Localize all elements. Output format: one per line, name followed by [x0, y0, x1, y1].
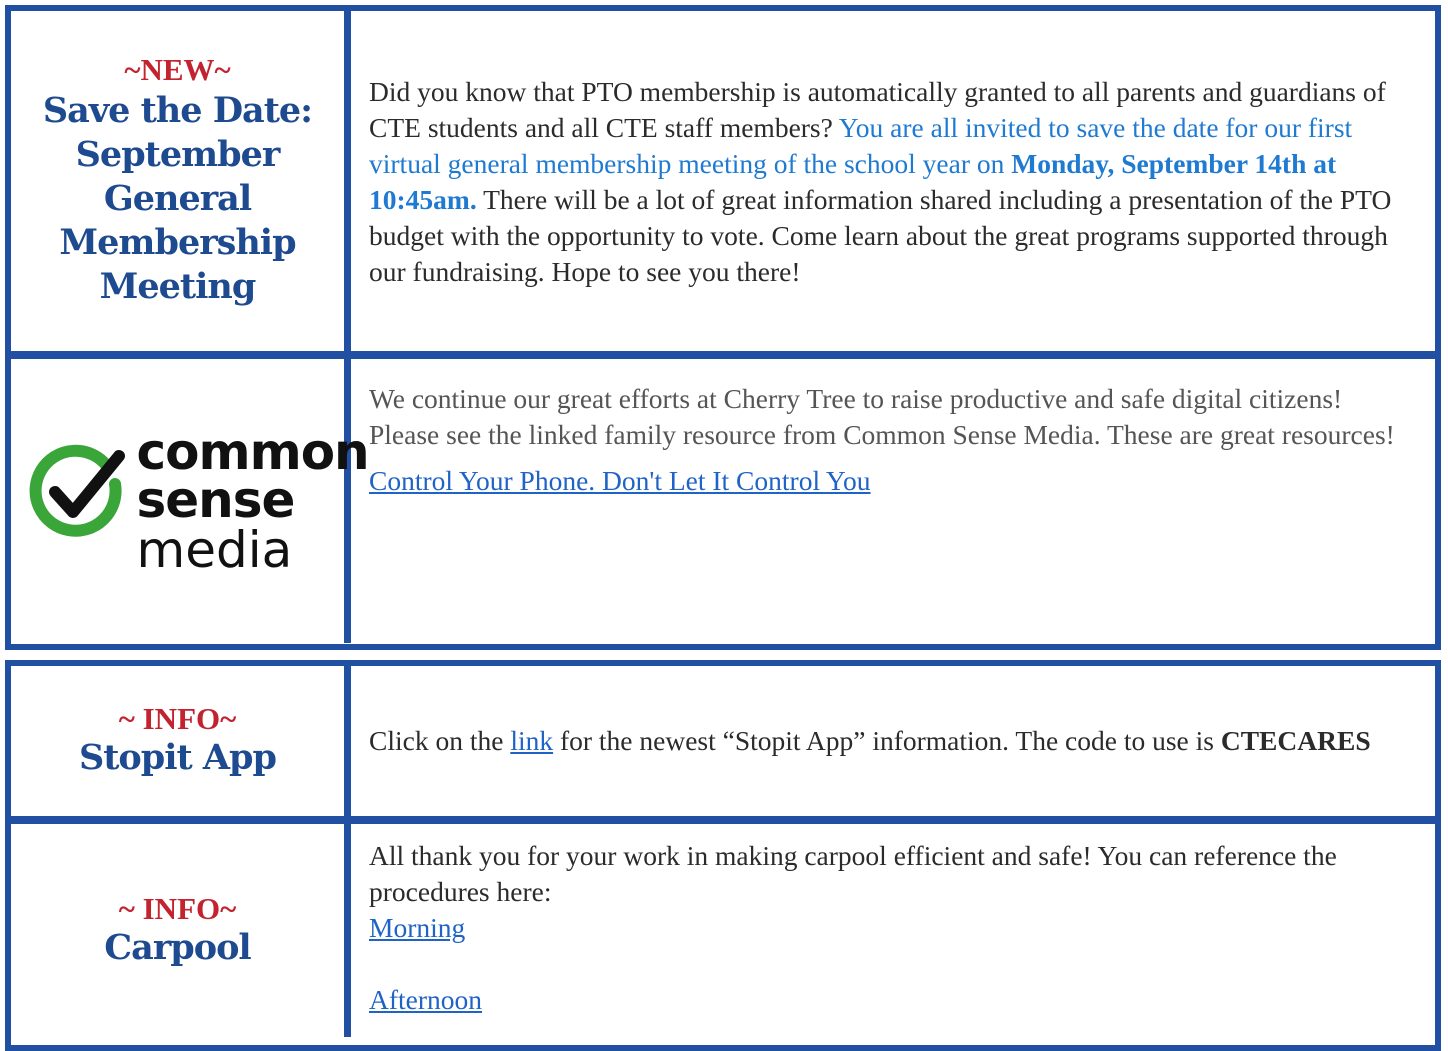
common-sense-link-line: Control Your Phone. Don't Let It Control… — [369, 463, 1417, 499]
stopit-heading-cell: ~ INFO~ Stopit App — [11, 666, 351, 816]
carpool-body: All thank you for your work in making ca… — [351, 824, 1435, 1037]
stopit-text-start: Click on the — [369, 725, 511, 756]
news-table-1: ~NEW~ Save the Date: September General M… — [5, 5, 1441, 650]
stopit-link[interactable]: link — [510, 725, 553, 756]
news-table-2: ~ INFO~ Stopit App Click on the link for… — [5, 660, 1441, 1051]
carpool-row: ~ INFO~ Carpool All thank you for your w… — [11, 816, 1435, 1037]
control-your-phone-link[interactable]: Control Your Phone. Don't Let It Control… — [369, 465, 871, 496]
carpool-afternoon-line: Afternoon — [369, 982, 1417, 1018]
carpool-title: Carpool — [104, 926, 251, 968]
meeting-body: Did you know that PTO membership is auto… — [351, 11, 1435, 351]
meeting-heading-cell: ~NEW~ Save the Date: September General M… — [11, 11, 351, 351]
checkmark-circle-icon — [29, 444, 125, 537]
meeting-text-details: There will be a lot of great information… — [369, 184, 1392, 287]
afternoon-procedures-link[interactable]: Afternoon — [369, 984, 482, 1015]
meeting-row: ~NEW~ Save the Date: September General M… — [11, 11, 1435, 351]
stopit-body: Click on the link for the newest “Stopit… — [351, 666, 1435, 816]
carpool-tag: ~ INFO~ — [118, 890, 237, 926]
common-sense-body: We continue our great efforts at Cherry … — [351, 359, 1435, 643]
stopit-text-end: for the newest “Stopit App” information.… — [553, 725, 1221, 756]
carpool-morning-line: Morning — [369, 910, 1417, 946]
meeting-tag: ~NEW~ — [124, 52, 231, 87]
stopit-code: CTECARES — [1220, 725, 1371, 756]
stopit-row: ~ INFO~ Stopit App Click on the link for… — [11, 666, 1435, 816]
carpool-text: All thank you for your work in making ca… — [369, 840, 1337, 907]
logo-word-media: media — [136, 521, 293, 579]
stopit-title: Stopit App — [78, 737, 277, 778]
stopit-text: Click on the link for the newest “Stopit… — [369, 723, 1371, 759]
common-sense-text: We continue our great efforts at Cherry … — [369, 383, 1395, 450]
meeting-text: Did you know that PTO membership is auto… — [369, 74, 1417, 290]
common-sense-logo-cell: common sense media — [11, 359, 370, 643]
common-sense-row: common sense media We continue our great… — [11, 351, 1435, 643]
common-sense-logo: common sense media — [13, 416, 370, 586]
morning-procedures-link[interactable]: Morning — [369, 912, 465, 943]
stopit-tag: ~ INFO~ — [118, 701, 237, 736]
meeting-title: Save the Date: September General Members… — [42, 90, 313, 307]
carpool-heading-cell: ~ INFO~ Carpool — [11, 824, 351, 1037]
logo-word-sense: sense — [136, 471, 296, 529]
